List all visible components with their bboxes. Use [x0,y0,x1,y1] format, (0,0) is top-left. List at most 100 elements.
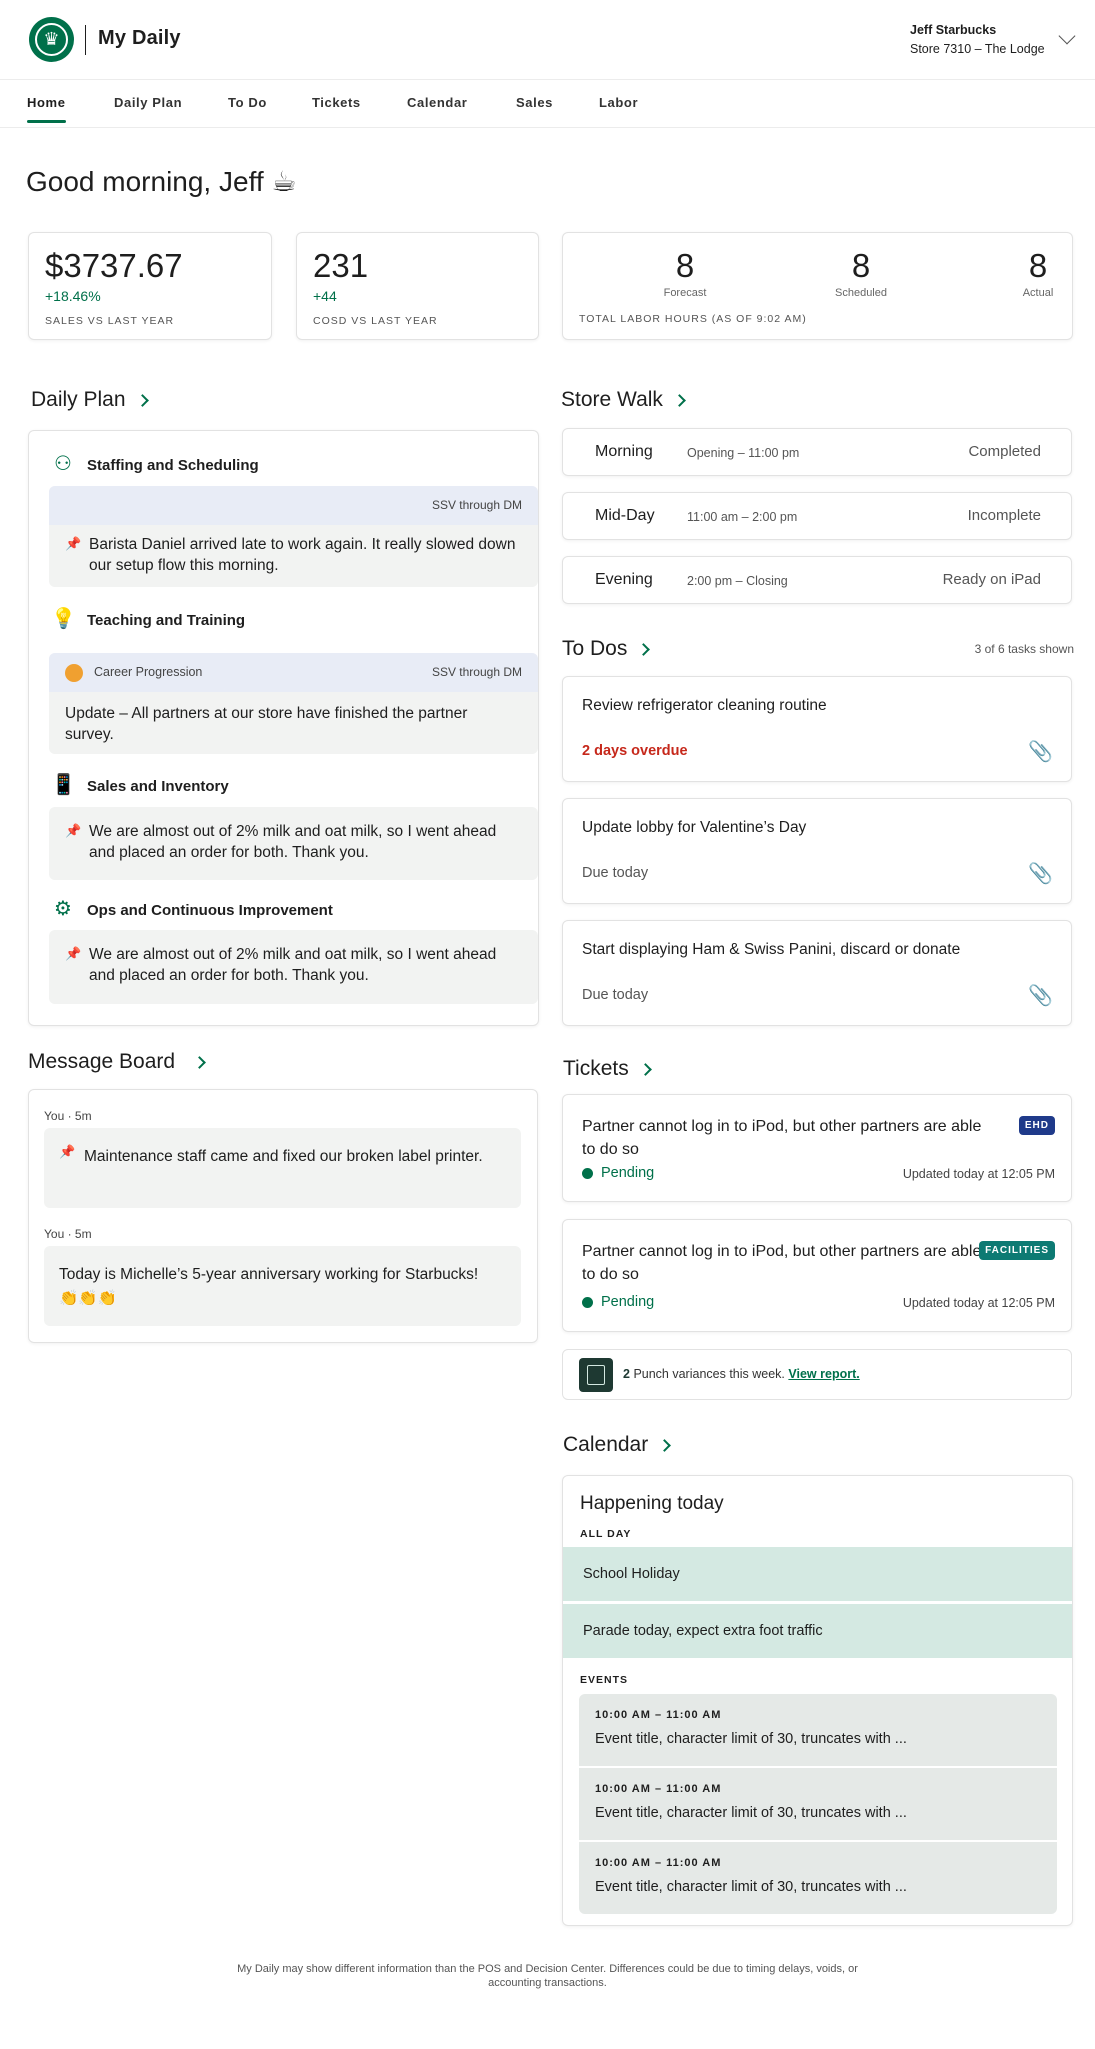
paperclip-icon[interactable]: 📎 [1028,861,1053,886]
walk-time: 11:00 am – 2:00 pm [687,510,798,524]
tab-home[interactable]: Home [27,95,66,123]
walk-status: Completed [968,443,1041,460]
cosd-delta: +44 [313,288,337,304]
event-time: 10:00 AM – 11:00 AM [595,1709,722,1721]
cosd-card[interactable]: 231 +44 COSD VS LAST YEAR [296,232,539,340]
career-progression-label: Career Progression [94,665,203,679]
message-meta: You · 5m [44,1109,92,1123]
message-bubble[interactable]: Today is Michelle’s 5-year anniversary w… [44,1246,521,1326]
avatar [65,664,83,682]
sales-card[interactable]: $3737.67 +18.46% SALES VS LAST YEAR [28,232,272,340]
sales-delta: +18.46% [45,288,101,304]
punch-variance-banner: 2 Punch variances this week. View report… [562,1349,1072,1400]
message-bubble[interactable]: 📌 Maintenance staff came and fixed our b… [44,1128,521,1208]
pin-icon: 📌 [65,946,82,961]
message-board-header[interactable]: Message Board [28,1050,206,1074]
todo-item[interactable]: Start displaying Ham & Swiss Panini, dis… [562,920,1072,1026]
ticket-status-text: Pending [601,1165,655,1181]
punch-count: 2 [623,1367,630,1381]
ticket-title: Partner cannot log in to iPod, but other… [582,1243,982,1283]
main-nav: Home Daily Plan To Do Tickets Calendar S… [0,80,1095,128]
calendar-event[interactable]: 10:00 AM – 11:00 AM Event title, charact… [579,1842,1057,1914]
disclaimer-line: accounting transactions. [488,1977,607,1989]
status-dot-icon [582,1296,593,1308]
tab-sales[interactable]: Sales [516,95,553,110]
user-menu[interactable]: Jeff Starbucks Store 7310 – The Lodge [910,21,1045,59]
paperclip-icon[interactable]: 📎 [1028,983,1053,1008]
ticket-item[interactable]: Partner cannot log in to iPod, but other… [562,1219,1072,1332]
todo-title: Start displaying Ham & Swiss Panini, dis… [582,941,961,958]
view-report-link[interactable]: View report. [788,1367,859,1381]
message-text: Today is Michelle’s 5-year anniversary w… [59,1266,479,1307]
todo-item[interactable]: Review refrigerator cleaning routine 2 d… [562,676,1072,782]
pin-icon: 📌 [59,1144,76,1159]
plan-item-title: Ops and Continuous Improvement [87,902,333,919]
ticket-status: Pending [582,1165,654,1181]
daily-plan-card: ⚇ Staffing and Scheduling SSV through DM… [28,430,539,1026]
scheduled-value: 8 [851,247,871,284]
happening-today-heading: Happening today [580,1493,724,1514]
plan-note[interactable]: Career Progression SSV through DM Update… [49,653,538,754]
ticket-badge: FACILITIES [979,1241,1055,1260]
note-text: Barista Daniel arrived late to work agai… [89,536,516,574]
tickets-header[interactable]: Tickets [563,1057,652,1081]
store-walk-row[interactable]: Evening 2:00 pm – Closing Ready on iPad [562,556,1072,604]
note-text: We are almost out of 2% milk and oat mil… [89,823,497,861]
chevron-right-icon [637,642,651,656]
todo-item[interactable]: Update lobby for Valentine’s Day Due tod… [562,798,1072,904]
message-board-card: You · 5m 📌 Maintenance staff came and fi… [28,1089,538,1343]
plan-note[interactable]: 📌 We are almost out of 2% milk and oat m… [49,930,538,1004]
plan-item-title: Teaching and Training [87,612,246,629]
tab-calendar[interactable]: Calendar [407,95,467,110]
tab-to-do[interactable]: To Do [228,95,267,110]
chevron-down-icon[interactable] [1058,27,1076,45]
note-text: We are almost out of 2% milk and oat mil… [89,946,497,984]
labor-card[interactable]: 8 Forecast 8 Scheduled 8 Actual TOTAL LA… [562,232,1073,340]
disclaimer-footer: My Daily may show different information … [0,1962,1095,1990]
todos-count: 3 of 6 tasks shown [974,642,1074,656]
cosd-label: COSD VS LAST YEAR [313,315,438,327]
labor-label: TOTAL LABOR HOURS (AS OF 9:02 AM) [579,313,807,325]
store-walk-row[interactable]: Morning Opening – 11:00 pm Completed [562,428,1072,476]
walk-time: 2:00 pm – Closing [687,574,788,588]
scheduled-label: Scheduled [835,287,887,299]
calendar-title: Calendar [563,1433,649,1456]
daily-plan-header[interactable]: Daily Plan [31,388,149,412]
plan-note[interactable]: 📌 We are almost out of 2% milk and oat m… [49,807,538,880]
all-day-label: ALL DAY [580,1528,632,1540]
ticket-item[interactable]: Partner cannot log in to iPod, but other… [562,1094,1072,1202]
calendar-event[interactable]: 10:00 AM – 11:00 AM Event title, charact… [579,1694,1057,1766]
actual-value: 8 [1028,247,1048,284]
note-header: Career Progression SSV through DM [49,653,538,692]
plan-note[interactable]: SSV through DM 📌 Barista Daniel arrived … [49,486,538,587]
app-title: My Daily [98,27,181,49]
calendar-header[interactable]: Calendar [563,1433,672,1457]
walk-time: Opening – 11:00 pm [687,446,800,460]
walk-status: Incomplete [967,507,1041,524]
event-title: Event title, character limit of 30, trun… [595,1731,907,1747]
all-day-event[interactable]: Parade today, expect extra foot traffic [563,1604,1072,1658]
store-walk-header[interactable]: Store Walk [561,388,686,412]
paperclip-icon[interactable]: 📎 [1028,739,1053,764]
all-day-event[interactable]: School Holiday [563,1547,1072,1601]
tab-tickets[interactable]: Tickets [312,95,361,110]
tab-labor[interactable]: Labor [599,95,638,110]
forecast-value: 8 [675,247,695,284]
sales-value: $3737.67 [45,247,183,284]
disclaimer-line: My Daily may show different information … [237,1963,858,1975]
note-header: SSV through DM [49,486,538,525]
store-walk-row[interactable]: Mid-Day 11:00 am – 2:00 pm Incomplete [562,492,1072,540]
report-icon [579,1358,613,1392]
todos-title: To Dos [562,637,628,660]
todo-title: Update lobby for Valentine’s Day [582,819,807,836]
event-title: Event title, character limit of 30, trun… [595,1805,907,1821]
chevron-right-icon [638,1062,652,1076]
starbucks-logo[interactable]: ♛ [29,17,74,62]
todos-header[interactable]: To Dos [562,637,651,661]
status-dot-icon [582,1167,593,1179]
tab-daily-plan[interactable]: Daily Plan [114,95,182,110]
chevron-right-icon [658,1438,672,1452]
calendar-event[interactable]: 10:00 AM – 11:00 AM Event title, charact… [579,1768,1057,1840]
ticket-status: Pending [582,1294,654,1310]
note-text: Update – All partners at our store have … [65,705,468,743]
